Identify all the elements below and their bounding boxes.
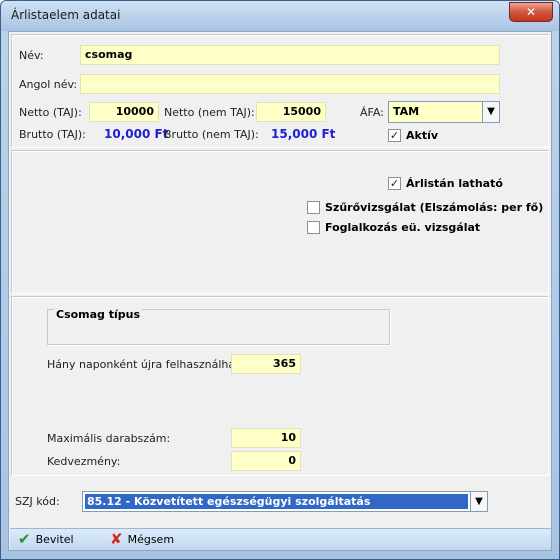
bevitel-label: Bevitel bbox=[35, 532, 74, 546]
arlistan-label: Árlistán latható bbox=[406, 177, 503, 190]
kedvezmeny-label: Kedvezmény: bbox=[47, 455, 121, 468]
nev-input[interactable]: csomag bbox=[80, 45, 500, 65]
foglalkozas-box bbox=[307, 221, 320, 234]
afa-select-value: TAM bbox=[393, 105, 420, 118]
szurovizsgalat-box bbox=[307, 201, 320, 214]
brutto-nemtaj-label: Brutto (nem TAJ): bbox=[164, 128, 259, 141]
close-button[interactable]: ✕ bbox=[509, 2, 553, 22]
cross-icon: ✘ bbox=[110, 530, 123, 548]
netto-nemtaj-input[interactable]: 15000 bbox=[256, 102, 326, 122]
options-section: ✓ Árlistán latható Szűrővizsgálat (Elszá… bbox=[11, 150, 549, 294]
megsem-button[interactable]: ✘ Mégsem bbox=[110, 530, 175, 548]
szj-select[interactable]: 85.12 - Közvetített egészségügyi szolgál… bbox=[82, 491, 488, 512]
basic-data-section: Név: csomag Angol név: Netto (TAJ): 1000… bbox=[11, 34, 549, 148]
netto-nemtaj-label: Netto (nem TAJ): bbox=[164, 106, 255, 119]
afa-label: ÁFA: bbox=[360, 106, 384, 119]
dialog-client: Név: csomag Angol név: Netto (TAJ): 1000… bbox=[8, 31, 552, 551]
package-section: Csomag típus Hány naponként újra felhasz… bbox=[11, 296, 549, 476]
foglalkozas-checkbox[interactable]: Foglalkozás eü. vizsgálat bbox=[307, 221, 480, 234]
title-bar[interactable]: Árlistaelem adatai ✕ bbox=[1, 1, 559, 31]
szj-label: SZJ kód: bbox=[15, 495, 60, 508]
dialog-window: Árlistaelem adatai ✕ Név: csomag Angol n… bbox=[0, 0, 560, 560]
max-darab-input[interactable]: 10 bbox=[231, 428, 301, 448]
netto-taj-label: Netto (TAJ): bbox=[19, 106, 82, 119]
nev-label: Név: bbox=[19, 49, 44, 62]
brutto-taj-label: Brutto (TAJ): bbox=[19, 128, 86, 141]
szurovizsgalat-checkbox[interactable]: Szűrővizsgálat (Elszámolás: per fő) bbox=[307, 201, 543, 214]
csomag-tipus-group: Csomag típus bbox=[47, 308, 390, 345]
check-icon: ✔ bbox=[18, 530, 31, 548]
close-icon: ✕ bbox=[525, 5, 537, 19]
aktiv-checkbox[interactable]: ✓ Aktív bbox=[388, 129, 438, 142]
megsem-label: Mégsem bbox=[127, 532, 175, 546]
chevron-down-icon[interactable]: ▼ bbox=[470, 492, 487, 511]
brutto-taj-value: 10,000 Ft bbox=[104, 127, 169, 141]
window-title: Árlistaelem adatai bbox=[11, 8, 121, 22]
chevron-down-icon[interactable]: ▼ bbox=[482, 102, 499, 122]
brutto-nemtaj-value: 15,000 Ft bbox=[271, 127, 336, 141]
foglalkozas-label: Foglalkozás eü. vizsgálat bbox=[325, 221, 481, 234]
szj-select-value: 85.12 - Közvetített egészségügyi szolgál… bbox=[85, 494, 468, 509]
arlistan-checkbox[interactable]: ✓ Árlistán latható bbox=[388, 177, 503, 190]
arlistan-check-icon: ✓ bbox=[388, 177, 401, 190]
bevitel-button[interactable]: ✔ Bevitel bbox=[18, 530, 74, 548]
hany-naponkent-label: Hány naponként újra felhasználható: bbox=[47, 358, 250, 371]
angol-nev-input[interactable] bbox=[80, 74, 500, 94]
afa-select[interactable]: TAM ▼ bbox=[388, 101, 500, 123]
max-darab-label: Maximális darabszám: bbox=[47, 432, 171, 445]
csomag-tipus-label: Csomag típus bbox=[54, 308, 143, 321]
aktiv-check-icon: ✓ bbox=[388, 129, 401, 142]
kedvezmeny-input[interactable]: 0 bbox=[231, 451, 301, 471]
netto-taj-input[interactable]: 10000 bbox=[89, 102, 159, 122]
szurovizsgalat-label: Szűrővizsgálat (Elszámolás: per fő) bbox=[325, 201, 544, 214]
angol-nev-label: Angol név: bbox=[19, 78, 78, 91]
aktiv-label: Aktív bbox=[406, 129, 439, 142]
hany-naponkent-input[interactable]: 365 bbox=[231, 354, 301, 374]
action-bar: ✔ Bevitel ✘ Mégsem bbox=[10, 528, 551, 550]
